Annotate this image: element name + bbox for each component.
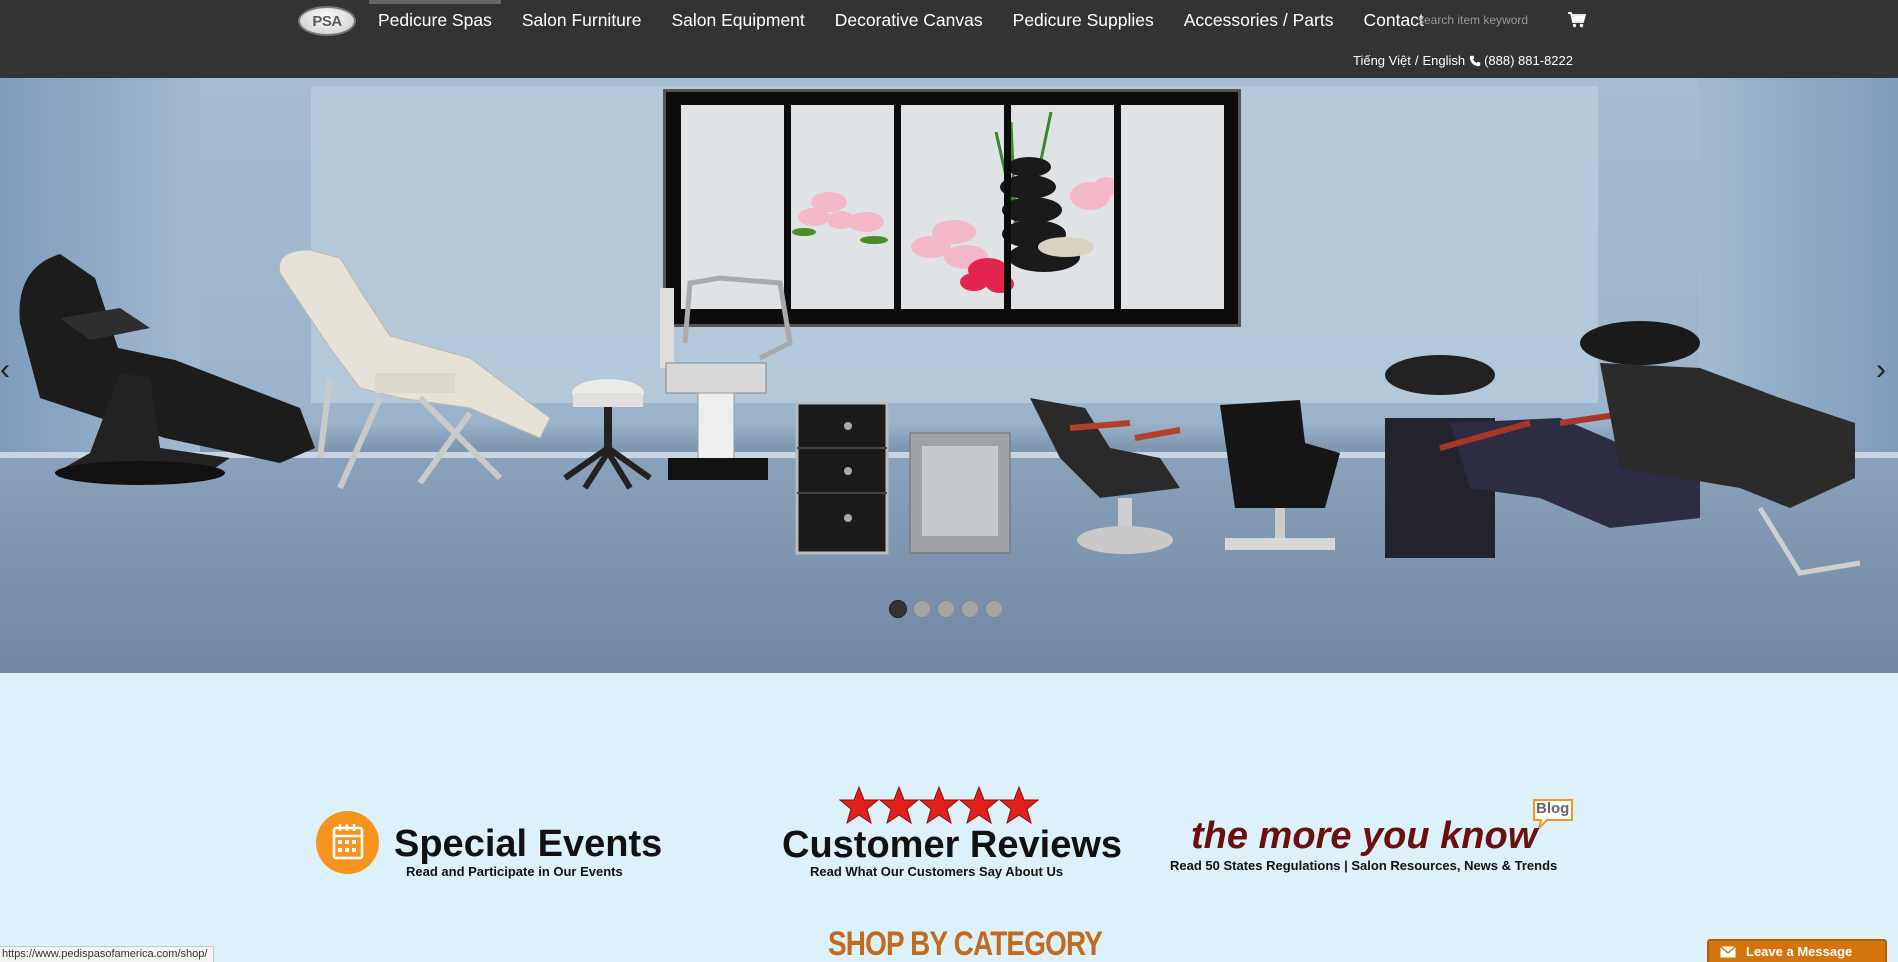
leave-message-label: Leave a Message xyxy=(1746,944,1853,959)
reclining-salon-chair xyxy=(1030,398,1181,554)
slider-dot-4[interactable] xyxy=(961,600,979,618)
browser-status-url: https://www.pedispasofamerica.com/shop/ xyxy=(0,946,215,962)
calendar-icon xyxy=(316,811,379,874)
top-navigation-bar: PSA Pedicure Spas Salon Furniture Salon … xyxy=(0,0,1898,78)
salon-equipment-lineup xyxy=(19,249,1861,576)
shopping-cart-icon[interactable] xyxy=(1568,12,1586,28)
logo-text: PSA xyxy=(312,12,342,30)
search-input[interactable] xyxy=(1418,9,1548,31)
styling-chair xyxy=(1220,400,1340,550)
shop-by-category-heading: SHOP BY CATEGORY xyxy=(828,925,1103,962)
black-facial-bed xyxy=(19,254,315,485)
nav-decorative-canvas[interactable]: Decorative Canvas xyxy=(826,0,992,40)
five-star-rating-icon xyxy=(839,786,1039,824)
main-nav: Pedicure Spas Salon Furniture Salon Equi… xyxy=(369,0,1445,40)
slider-next-arrow[interactable]: › xyxy=(1876,353,1886,387)
phone-icon xyxy=(1469,55,1481,66)
trolley-cart xyxy=(795,401,889,555)
language-english-link[interactable]: English xyxy=(1422,53,1465,68)
nav-accessories-parts[interactable]: Accessories / Parts xyxy=(1175,0,1343,40)
calendar-icon-glyph xyxy=(332,824,364,860)
nav-pedicure-spas[interactable]: Pedicure Spas xyxy=(369,0,501,40)
rolling-stool xyxy=(563,379,652,490)
slider-dot-5[interactable] xyxy=(985,600,1003,618)
customer-reviews-link[interactable]: Customer Reviews Read What Our Customers… xyxy=(780,786,1122,882)
language-separator: / xyxy=(1414,53,1419,68)
language-vietnamese-link[interactable]: Tiếng Việt xyxy=(1353,53,1411,68)
slider-pagination xyxy=(889,600,1003,618)
shampoo-backwash-unit-2 xyxy=(1580,321,1861,576)
facial-steamer-machine xyxy=(660,275,793,480)
slider-dot-2[interactable] xyxy=(913,600,931,618)
white-facial-bed xyxy=(278,249,551,490)
slider-dot-1[interactable] xyxy=(889,600,907,618)
blog-link[interactable]: Blog the more you know Read 50 States Re… xyxy=(1170,798,1580,880)
nav-salon-furniture[interactable]: Salon Furniture xyxy=(513,0,651,40)
language-phone-bar: Tiếng Việt / English (888) 881-8222 xyxy=(1353,53,1573,68)
towel-warmer-cabinet xyxy=(909,432,1011,554)
leave-message-button[interactable]: Leave a Message xyxy=(1707,939,1887,962)
blog-badge-text: Blog xyxy=(1536,800,1570,817)
customer-reviews-subtitle: Read What Our Customers Say About Us xyxy=(810,864,1064,879)
customer-reviews-title: Customer Reviews xyxy=(782,824,1123,866)
phone-number[interactable]: (888) 881-8222 xyxy=(1484,53,1573,68)
blog-badge-icon: Blog xyxy=(1531,798,1575,832)
special-events-title: Special Events xyxy=(394,823,663,865)
nav-salon-equipment[interactable]: Salon Equipment xyxy=(662,0,813,40)
nav-pedicure-supplies[interactable]: Pedicure Supplies xyxy=(1004,0,1163,40)
blog-title: the more you know xyxy=(1191,815,1538,857)
slider-dot-3[interactable] xyxy=(937,600,955,618)
special-events-link[interactable]: Special Events Read and Participate in O… xyxy=(316,810,662,882)
blog-subtitle: Read 50 States Regulations | Salon Resou… xyxy=(1170,858,1558,873)
psa-logo[interactable]: PSA xyxy=(298,6,356,36)
special-events-subtitle: Read and Participate in Our Events xyxy=(406,864,623,879)
envelope-icon xyxy=(1720,945,1736,957)
slider-prev-arrow[interactable]: ‹ xyxy=(0,353,10,387)
hero-slider[interactable]: ‹ › xyxy=(0,78,1898,673)
